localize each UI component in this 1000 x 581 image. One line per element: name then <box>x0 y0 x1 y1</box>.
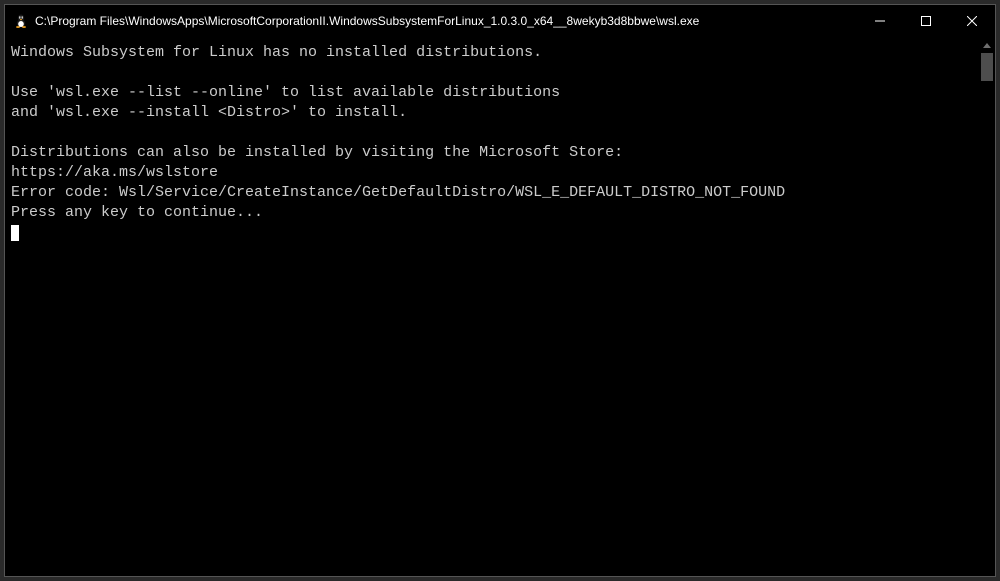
terminal-line: https://aka.ms/wslstore <box>11 163 973 183</box>
minimize-button[interactable] <box>857 5 903 37</box>
text-cursor <box>11 225 19 241</box>
vertical-scrollbar[interactable] <box>979 37 995 576</box>
terminal-line: and 'wsl.exe --install <Distro>' to inst… <box>11 103 973 123</box>
window-title: C:\Program Files\WindowsApps\MicrosoftCo… <box>35 14 857 28</box>
terminal-line <box>11 63 973 83</box>
terminal-line: Windows Subsystem for Linux has no insta… <box>11 43 973 63</box>
terminal-output[interactable]: Windows Subsystem for Linux has no insta… <box>5 37 979 576</box>
terminal-line: Press any key to continue... <box>11 203 973 223</box>
scroll-up-arrow-icon[interactable] <box>979 37 995 53</box>
cursor-line <box>11 223 973 243</box>
terminal-body: Windows Subsystem for Linux has no insta… <box>5 37 995 576</box>
terminal-line: Use 'wsl.exe --list --online' to list av… <box>11 83 973 103</box>
linux-penguin-icon <box>13 13 29 29</box>
terminal-line <box>11 123 973 143</box>
window-controls <box>857 5 995 37</box>
scrollbar-thumb[interactable] <box>981 53 993 81</box>
terminal-window: C:\Program Files\WindowsApps\MicrosoftCo… <box>4 4 996 577</box>
maximize-button[interactable] <box>903 5 949 37</box>
terminal-line: Error code: Wsl/Service/CreateInstance/G… <box>11 183 973 203</box>
close-button[interactable] <box>949 5 995 37</box>
terminal-line: Distributions can also be installed by v… <box>11 143 973 163</box>
titlebar[interactable]: C:\Program Files\WindowsApps\MicrosoftCo… <box>5 5 995 37</box>
